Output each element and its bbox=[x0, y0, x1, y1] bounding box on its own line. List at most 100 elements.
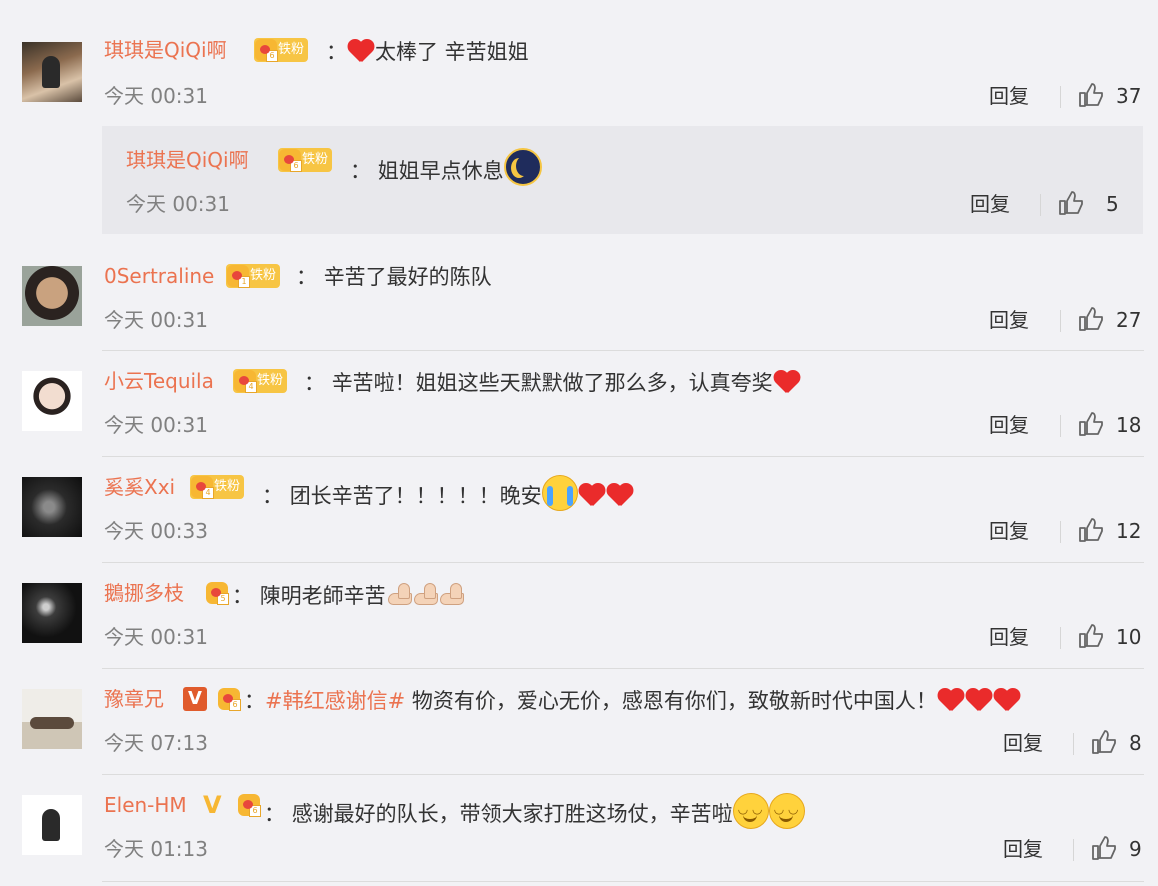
reply-button[interactable]: 回复 bbox=[970, 192, 1010, 216]
thumbs-up-icon[interactable] bbox=[1078, 411, 1104, 437]
crown-icon[interactable]: 6 bbox=[218, 688, 241, 711]
red-heart-emoji bbox=[965, 687, 993, 711]
comment-item: 鵝挪多枝 5 ： 陳明老師辛苦 今天 00:31 回复 10 bbox=[0, 563, 1158, 668]
crown-icon: 1 bbox=[227, 265, 250, 288]
fan-badge[interactable]: 1 铁粉 bbox=[226, 264, 281, 288]
red-heart-emoji bbox=[993, 687, 1021, 711]
timestamp: 今天 00:31 bbox=[104, 625, 208, 649]
reply-button[interactable]: 回复 bbox=[989, 625, 1029, 649]
like-count: 18 bbox=[1116, 413, 1142, 437]
fan-badge[interactable]: 6 铁粉 bbox=[254, 38, 309, 62]
thumbs-up-icon[interactable] bbox=[1091, 729, 1117, 755]
sub-reply: 琪琪是QiQi啊 6 铁粉 ： 姐姐早点休息 今天 00:31 回复 5 bbox=[102, 126, 1143, 234]
crown-icon[interactable]: 5 bbox=[206, 582, 229, 605]
username[interactable]: 琪琪是QiQi啊 bbox=[104, 38, 227, 62]
timestamp: 今天 00:31 bbox=[104, 308, 208, 332]
reply-button[interactable]: 回复 bbox=[989, 84, 1029, 108]
like-count: 5 bbox=[1106, 192, 1119, 216]
username[interactable]: 0Sertraline bbox=[104, 264, 214, 288]
fan-badge[interactable]: 6 铁粉 bbox=[278, 148, 333, 172]
avatar[interactable] bbox=[22, 42, 82, 102]
fan-badge[interactable]: 4 铁粉 bbox=[233, 369, 288, 393]
flexed-biceps-emoji bbox=[386, 581, 412, 607]
comment-text: ：#韩红感谢信# 物资有价，爱心无价，感恩有你们，致敬新时代中国人！ bbox=[244, 687, 1021, 714]
timestamp: 今天 01:13 bbox=[104, 837, 208, 861]
separator bbox=[1040, 194, 1041, 216]
comment-item: 奚奚Xxi 4 铁粉 ： 团长辛苦了！！！！！晚安 今天 00:33 回复 12 bbox=[0, 457, 1158, 562]
flexed-biceps-emoji bbox=[438, 581, 464, 607]
separator bbox=[1073, 839, 1074, 861]
hashtag-link[interactable]: #韩红感谢信# bbox=[265, 689, 405, 713]
comment-item: 豫章兄 V 6 ：#韩红感谢信# 物资有价，爱心无价，感恩有你们，致敬新时代中国… bbox=[0, 669, 1158, 774]
divider bbox=[102, 881, 1144, 882]
reply-button[interactable]: 回复 bbox=[989, 519, 1029, 543]
smile-emoji bbox=[768, 793, 805, 829]
red-heart-emoji bbox=[606, 482, 634, 506]
like-count: 12 bbox=[1116, 519, 1142, 543]
like-count: 8 bbox=[1129, 731, 1142, 755]
red-heart-emoji bbox=[773, 369, 801, 393]
comment-item: 小云Tequila 4 铁粉 ： 辛苦啦！姐姐这些天默默做了那么多，认真夸奖 今… bbox=[0, 351, 1158, 456]
reply-button[interactable]: 回复 bbox=[1003, 731, 1043, 755]
reply-button[interactable]: 回复 bbox=[989, 413, 1029, 437]
comment-text: ： 辛苦了最好的陈队 bbox=[296, 265, 492, 289]
crown-icon: 6 bbox=[279, 149, 302, 172]
thumbs-up-icon[interactable] bbox=[1058, 190, 1084, 216]
reply-button[interactable]: 回复 bbox=[989, 308, 1029, 332]
avatar[interactable] bbox=[22, 371, 82, 431]
like-count: 10 bbox=[1116, 625, 1142, 649]
comment-list: 琪琪是QiQi啊 6 铁粉 ：太棒了 辛苦姐姐 今天 00:31 回复 37 琪… bbox=[0, 0, 1158, 886]
username[interactable]: 小云Tequila bbox=[104, 369, 214, 393]
verified-v-icon[interactable]: V bbox=[183, 687, 207, 711]
red-heart-emoji bbox=[937, 687, 965, 711]
thumbs-up-icon[interactable] bbox=[1091, 835, 1117, 861]
like-count: 27 bbox=[1116, 308, 1142, 332]
thumbs-up-icon[interactable] bbox=[1078, 306, 1104, 332]
avatar[interactable] bbox=[22, 795, 82, 855]
crown-icon: 6 bbox=[255, 39, 278, 62]
separator bbox=[1073, 733, 1074, 755]
comment-text: ： 辛苦啦！姐姐这些天默默做了那么多，认真夸奖 bbox=[304, 369, 801, 396]
separator bbox=[1060, 627, 1061, 649]
avatar[interactable] bbox=[22, 583, 82, 643]
avatar[interactable] bbox=[22, 689, 82, 749]
comment-text: ： 姐姐早点休息 bbox=[350, 148, 542, 186]
avatar[interactable] bbox=[22, 477, 82, 537]
crying-emoji bbox=[541, 475, 578, 511]
verified-v-icon[interactable]: V bbox=[203, 793, 222, 817]
crown-icon[interactable]: 6 bbox=[238, 794, 261, 817]
timestamp: 今天 00:31 bbox=[104, 413, 208, 437]
comment-item: 0Sertraline 1 铁粉 ： 辛苦了最好的陈队 今天 00:31 回复 … bbox=[0, 246, 1158, 350]
username[interactable]: 琪琪是QiQi啊 bbox=[126, 148, 249, 172]
separator bbox=[1060, 310, 1061, 332]
like-count: 9 bbox=[1129, 837, 1142, 861]
username[interactable]: 鵝挪多枝 bbox=[104, 581, 184, 605]
red-heart-emoji bbox=[578, 482, 606, 506]
timestamp: 今天 07:13 bbox=[104, 731, 208, 755]
comment-text: ： 陳明老師辛苦 bbox=[232, 581, 464, 609]
timestamp: 今天 00:31 bbox=[104, 84, 208, 108]
username[interactable]: 奚奚Xxi bbox=[104, 475, 175, 499]
comment-item: Elen-HM V 6 ： 感谢最好的队长，带领大家打胜这场仗，辛苦啦 今天 0… bbox=[0, 775, 1158, 881]
red-heart-emoji bbox=[347, 38, 375, 62]
fan-badge[interactable]: 4 铁粉 bbox=[190, 475, 245, 499]
username[interactable]: Elen-HM bbox=[104, 793, 187, 817]
comment-text: ： 团长辛苦了！！！！！晚安 bbox=[262, 475, 634, 511]
crown-icon: 4 bbox=[234, 370, 257, 393]
moon-emoji bbox=[503, 148, 542, 186]
comment-text: ：太棒了 辛苦姐姐 bbox=[326, 38, 529, 64]
separator bbox=[1060, 415, 1061, 437]
separator bbox=[1060, 521, 1061, 543]
thumbs-up-icon[interactable] bbox=[1078, 623, 1104, 649]
thumbs-up-icon[interactable] bbox=[1078, 82, 1104, 108]
timestamp: 今天 00:31 bbox=[126, 192, 230, 216]
separator bbox=[1060, 86, 1061, 108]
avatar[interactable] bbox=[22, 266, 82, 326]
comment-item: 琪琪是QiQi啊 6 铁粉 ：太棒了 辛苦姐姐 今天 00:31 回复 37 bbox=[0, 0, 1158, 126]
timestamp: 今天 00:33 bbox=[104, 519, 208, 543]
thumbs-up-icon[interactable] bbox=[1078, 517, 1104, 543]
flexed-biceps-emoji bbox=[412, 581, 438, 607]
reply-button[interactable]: 回复 bbox=[1003, 837, 1043, 861]
smile-emoji bbox=[732, 793, 769, 829]
username[interactable]: 豫章兄 bbox=[104, 687, 164, 711]
